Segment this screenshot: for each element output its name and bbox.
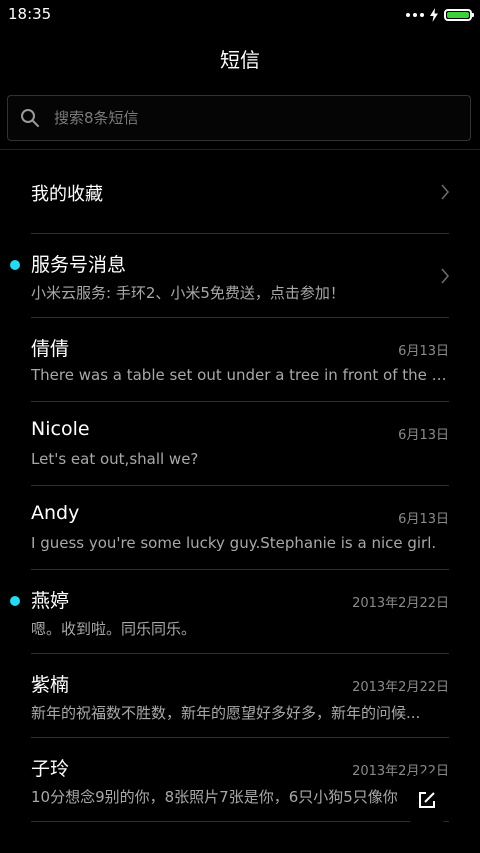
conversation-name: Andy: [31, 502, 80, 524]
conversation-preview: I guess you're some lucky guy.Stephanie …: [31, 534, 437, 552]
conversation-name: Nicole: [31, 418, 90, 440]
unread-dot: [10, 260, 20, 270]
conversation-row[interactable]: 子玲 2013年2月22日 10分想念9别的你，8张照片7张是你，6只小狗5只像…: [31, 738, 449, 822]
more-dots-icon: [406, 13, 424, 17]
unread-dot: [10, 596, 20, 606]
status-time: 18:35: [8, 5, 52, 23]
status-bar: 18:35: [0, 0, 480, 30]
chevron-right-icon: [441, 184, 450, 200]
conversation-preview: 嗯。收到啦。同乐同乐。: [31, 620, 197, 638]
conversation-preview: 新年的祝福数不胜数，新年的愿望好多好多，新年的问候...: [31, 704, 421, 722]
conversation-preview: Let's eat out,shall we?: [31, 450, 199, 468]
page-title: 短信: [220, 48, 260, 72]
search-bar[interactable]: [7, 95, 471, 141]
conversation-date: 2013年2月22日: [352, 596, 449, 611]
conversation-name: 子玲: [31, 758, 70, 780]
status-icons: [406, 6, 474, 24]
conversation-name: 紫楠: [31, 674, 70, 696]
conversation-preview: 小米云服务: 手环2、小米5免费送，点击参加！: [31, 284, 345, 302]
conversation-row[interactable]: Andy 6月13日 I guess you're some lucky guy…: [31, 486, 449, 570]
conversation-row[interactable]: Nicole 6月13日 Let's eat out,shall we?: [31, 402, 449, 486]
conversation-row[interactable]: 紫楠 2013年2月22日 新年的祝福数不胜数，新年的愿望好多好多，新年的问候.…: [31, 654, 449, 738]
conversation-date: 6月13日: [398, 428, 449, 443]
conversation-name: 燕婷: [31, 590, 70, 612]
conversation-preview: 10分想念9别的你，8张照片7张是你，6只小狗5只像你: [31, 788, 398, 806]
conversation-list: 我的收藏 服务号消息 小米云服务: 手环2、小米5免费送，点击参加！ 倩倩 6月…: [0, 150, 480, 822]
search-input[interactable]: [54, 96, 454, 140]
conversation-preview: There was a table set out under a tree i…: [31, 366, 448, 384]
conversation-date: 6月13日: [398, 344, 449, 359]
search-icon: [21, 109, 39, 127]
conversation-name: 服务号消息: [31, 254, 127, 276]
compose-icon: [419, 792, 435, 808]
conversation-row[interactable]: 燕婷 2013年2月22日 嗯。收到啦。同乐同乐。: [10, 570, 449, 654]
compose-button[interactable]: [400, 773, 454, 827]
conversation-name: 倩倩: [31, 338, 70, 360]
conversation-date: 6月13日: [398, 512, 449, 527]
conversation-row[interactable]: 倩倩 6月13日 There was a table set out under…: [31, 318, 449, 402]
favorites-label: 我的收藏: [31, 184, 103, 205]
conversation-row[interactable]: 服务号消息 小米云服务: 手环2、小米5免费送，点击参加！: [10, 234, 450, 318]
conversation-date: 2013年2月22日: [352, 680, 449, 695]
battery-level: [447, 12, 469, 18]
battery-icon: [444, 9, 474, 21]
favorites-row[interactable]: 我的收藏: [31, 150, 450, 234]
charging-bolt-icon: [430, 8, 438, 22]
